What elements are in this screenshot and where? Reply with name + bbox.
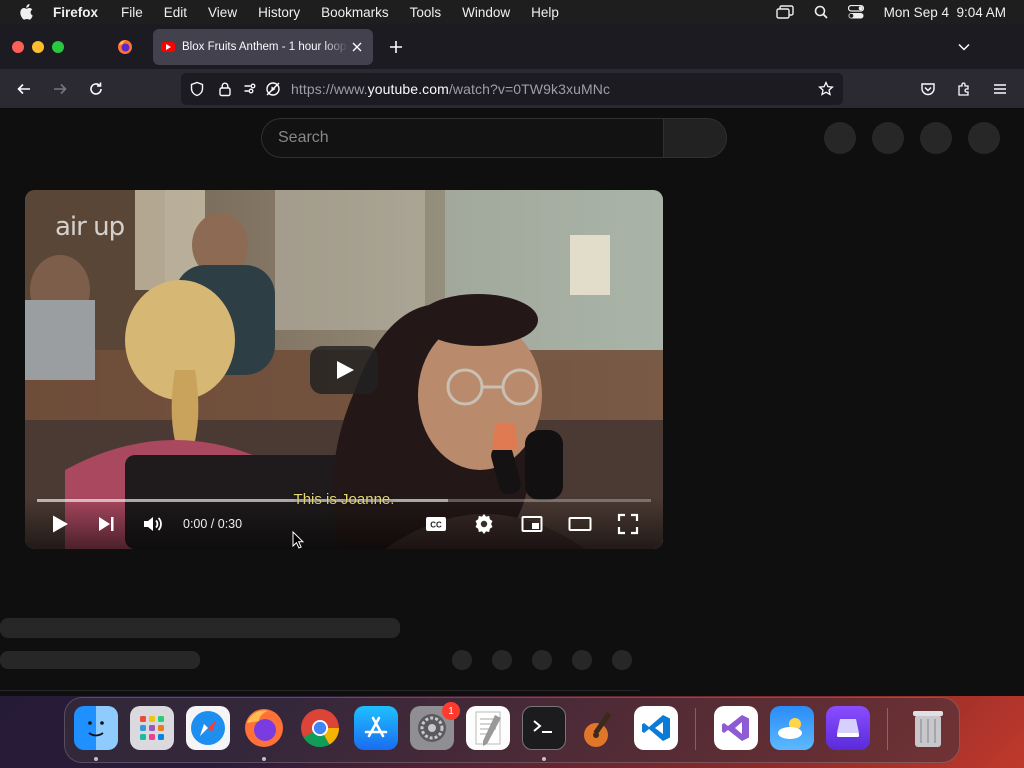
macos-dock: 1: [64, 697, 960, 763]
menu-help[interactable]: Help: [531, 5, 559, 20]
trash-icon[interactable]: [906, 706, 950, 750]
tab-title: Blox Fruits Anthem - 1 hour loop: [182, 41, 347, 53]
action-skeleton: [532, 650, 552, 670]
video-player[interactable]: air up This is Joanne. 0:00 / 0:30 CC: [25, 190, 663, 549]
weather-app-icon[interactable]: [770, 706, 814, 750]
header-placeholder-button[interactable]: [968, 122, 1000, 154]
action-skeleton: [492, 650, 512, 670]
visual-studio-code-app-icon[interactable]: [634, 706, 678, 750]
close-tab-icon[interactable]: [350, 40, 364, 54]
safari-app-icon[interactable]: [186, 706, 230, 750]
bookmark-star-icon[interactable]: [818, 80, 834, 97]
reload-icon[interactable]: [88, 81, 104, 97]
player-controls: 0:00 / 0:30 CC: [25, 497, 663, 549]
app-store-app-icon[interactable]: [354, 706, 398, 750]
back-arrow-icon[interactable]: [16, 81, 32, 97]
firefox-window: Blox Fruits Anthem - 1 hour loop https:/…: [0, 24, 1024, 696]
volume-icon[interactable]: [141, 512, 165, 536]
visual-studio-app-icon[interactable]: [714, 706, 758, 750]
address-bar[interactable]: https://www.youtube.com/watch?v=0TW9k3xu…: [181, 73, 843, 105]
textedit-app-icon[interactable]: [466, 706, 510, 750]
mouse-cursor-icon: [292, 531, 304, 549]
pocket-icon[interactable]: [920, 81, 936, 97]
action-skeleton: [572, 650, 592, 670]
theater-mode-icon[interactable]: [568, 512, 592, 536]
window-controls: [12, 41, 64, 53]
firefox-app-icon[interactable]: [242, 706, 286, 750]
dock-separator: [887, 708, 888, 750]
url-text[interactable]: https://www.youtube.com/watch?v=0TW9k3xu…: [291, 81, 610, 97]
apple-icon[interactable]: [19, 4, 35, 20]
tab-active[interactable]: Blox Fruits Anthem - 1 hour loop: [153, 29, 373, 65]
menu-bookmarks[interactable]: Bookmarks: [321, 5, 389, 20]
terminal-app-icon[interactable]: [522, 706, 566, 750]
chrome-app-icon[interactable]: [298, 706, 342, 750]
miniplayer-icon[interactable]: [520, 512, 544, 536]
section-divider: [0, 690, 640, 691]
subtitle-skeleton: [0, 651, 200, 669]
header-placeholder-button[interactable]: [920, 122, 952, 154]
title-skeleton: [0, 618, 400, 638]
minimize-window-button[interactable]: [32, 41, 44, 53]
youtube-search-input[interactable]: Search: [261, 118, 663, 158]
hamburger-menu-icon[interactable]: [992, 81, 1008, 97]
next-video-icon[interactable]: [94, 512, 118, 536]
video-time-display: 0:00 / 0:30: [183, 517, 243, 531]
forward-arrow-icon[interactable]: [52, 81, 68, 97]
url-domain: youtube.com: [367, 81, 449, 97]
navigation-toolbar: https://www.youtube.com/watch?v=0TW9k3xu…: [0, 69, 1024, 109]
menu-history[interactable]: History: [258, 5, 300, 20]
screen-mirroring-icon[interactable]: [775, 5, 794, 19]
header-placeholder-button[interactable]: [824, 122, 856, 154]
notification-badge: 1: [442, 702, 460, 720]
lock-icon[interactable]: [217, 81, 233, 97]
action-skeleton: [612, 650, 632, 670]
list-all-tabs-chevron-icon[interactable]: [957, 40, 971, 54]
extensions-puzzle-icon[interactable]: [956, 81, 972, 97]
launchpad-app-icon[interactable]: [130, 706, 174, 750]
new-tab-plus-icon[interactable]: [388, 39, 404, 55]
dock-separator: [695, 708, 696, 750]
large-play-button[interactable]: [310, 346, 378, 394]
menu-edit[interactable]: Edit: [164, 5, 187, 20]
close-window-button[interactable]: [12, 41, 24, 53]
garageband-app-icon[interactable]: [578, 706, 622, 750]
fullscreen-icon[interactable]: [616, 512, 640, 536]
menu-file[interactable]: File: [121, 5, 143, 20]
youtube-page: Search air up 0:00 / 0:30 CC: [0, 110, 1024, 696]
url-path: /watch?v=0TW9k3xuMNc: [448, 81, 611, 97]
search-placeholder: Search: [278, 129, 329, 146]
brand-watermark-logo: air up: [55, 212, 125, 242]
settings-gear-icon[interactable]: [472, 512, 496, 536]
permissions-icon[interactable]: [243, 81, 259, 97]
action-skeleton: [452, 650, 472, 670]
tracking-protection-shield-icon[interactable]: [189, 81, 205, 97]
running-indicator: [262, 757, 266, 761]
menu-window[interactable]: Window: [462, 5, 510, 20]
control-center-icon[interactable]: [847, 5, 864, 19]
header-placeholder-button[interactable]: [872, 122, 904, 154]
macos-menu-bar: Firefox File Edit View History Bookmarks…: [0, 0, 1024, 24]
menu-tools[interactable]: Tools: [410, 5, 442, 20]
search-button[interactable]: [663, 118, 727, 158]
youtube-favicon-icon: [161, 42, 175, 52]
running-indicator: [94, 757, 98, 761]
subtitles-cc-icon[interactable]: CC: [424, 512, 448, 536]
play-icon[interactable]: [47, 512, 71, 536]
zoom-window-button[interactable]: [52, 41, 64, 53]
menu-app-name[interactable]: Firefox: [53, 5, 98, 20]
finder-app-icon[interactable]: [74, 706, 118, 750]
menu-view[interactable]: View: [208, 5, 237, 20]
autoplay-blocked-icon[interactable]: [265, 81, 281, 97]
url-prefix: https://www.: [291, 81, 368, 97]
spotlight-search-icon[interactable]: [814, 5, 828, 19]
cc-label: CC: [430, 521, 442, 530]
firefox-pinned-tab-icon[interactable]: [117, 39, 133, 55]
menubar-clock[interactable]: Mon Sep 4 9:04 AM: [884, 5, 1006, 20]
tab-bar: Blox Fruits Anthem - 1 hour loop: [0, 24, 1024, 69]
running-indicator: [542, 757, 546, 761]
simulator-app-icon[interactable]: [826, 706, 870, 750]
